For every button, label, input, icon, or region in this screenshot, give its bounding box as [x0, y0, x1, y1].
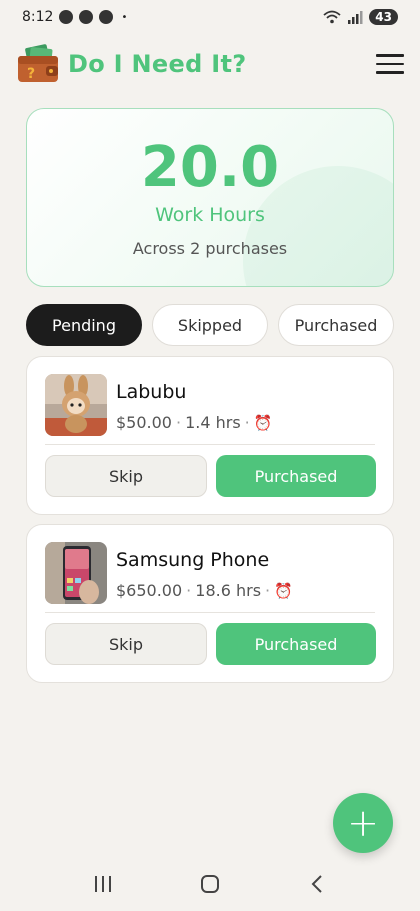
purchased-button[interactable]: Purchased	[216, 455, 376, 497]
item-card: Samsung Phone $650.00 · 18.6 hrs · ⏰ Ski…	[26, 524, 394, 683]
filter-tabs: Pending Skipped Purchased	[26, 304, 394, 346]
item-hours: 1.4 hrs	[185, 413, 241, 432]
wallet-logo-icon: ?	[18, 44, 58, 82]
meta-separator: ·	[175, 413, 182, 432]
messenger-icon	[99, 10, 114, 24]
status-dot: •	[121, 11, 128, 23]
svg-text:?: ?	[27, 66, 35, 82]
item-price: $50.00	[116, 413, 172, 432]
app-screen: 8:12 • 43 ? Do I Need It? 20.0 Work Hour…	[0, 0, 420, 911]
skip-button[interactable]: Skip	[45, 623, 207, 665]
divider	[45, 444, 375, 445]
item-meta: $650.00 · 18.6 hrs · ⏰	[116, 581, 293, 600]
wifi-icon	[323, 10, 341, 24]
system-nav-bar	[0, 862, 420, 906]
item-price: $650.00	[116, 581, 183, 600]
status-bar: 8:12 • 43	[0, 0, 420, 34]
hamburger-menu-icon[interactable]	[376, 50, 404, 78]
item-hours: 18.6 hrs	[195, 581, 262, 600]
signal-icon	[348, 11, 363, 24]
alarm-clock-icon: ⏰	[253, 413, 273, 432]
item-card: Labubu $50.00 · 1.4 hrs · ⏰ Skip Purchas…	[26, 356, 394, 515]
battery-icon: 43	[369, 9, 398, 25]
work-hours-label: Work Hours	[155, 204, 265, 226]
skip-button[interactable]: Skip	[45, 455, 207, 497]
item-name: Labubu	[116, 381, 187, 403]
recent-apps-icon[interactable]	[83, 869, 123, 899]
meta-separator: ·	[244, 413, 250, 432]
summary-card: 20.0 Work Hours Across 2 purchases	[26, 108, 394, 287]
divider	[45, 612, 375, 613]
status-right: 43	[323, 9, 398, 25]
notification-icon	[59, 10, 74, 24]
status-time: 8:12	[22, 9, 54, 25]
meta-separator: ·	[186, 581, 192, 600]
total-work-hours: 20.0	[140, 135, 280, 200]
add-item-button[interactable]: +	[333, 793, 393, 853]
tab-pending[interactable]: Pending	[26, 304, 142, 346]
item-thumbnail	[45, 374, 107, 436]
status-left: 8:12 •	[22, 9, 127, 25]
tab-purchased[interactable]: Purchased	[278, 304, 394, 346]
back-icon[interactable]	[297, 869, 337, 899]
tab-skipped[interactable]: Skipped	[152, 304, 268, 346]
item-thumbnail	[45, 542, 107, 604]
home-icon[interactable]	[190, 869, 230, 899]
app-header: ? Do I Need It?	[16, 38, 404, 90]
alarm-clock-icon: ⏰	[274, 581, 293, 600]
item-name: Samsung Phone	[116, 549, 270, 571]
messenger-icon	[79, 10, 94, 24]
purchased-button[interactable]: Purchased	[216, 623, 376, 665]
meta-separator: ·	[265, 581, 271, 600]
purchases-count-text: Across 2 purchases	[132, 239, 288, 258]
app-title: Do I Need It?	[68, 50, 247, 78]
item-meta: $50.00 · 1.4 hrs · ⏰	[116, 413, 272, 432]
